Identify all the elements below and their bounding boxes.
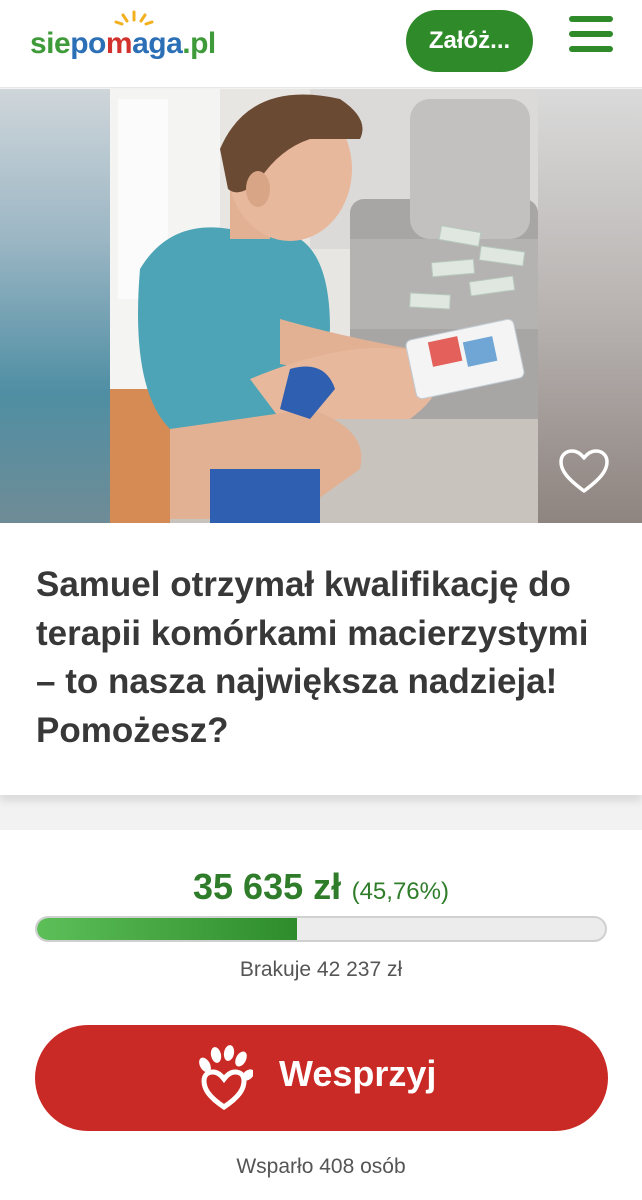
logo-text-sie: sie [30,27,71,60]
missing-amount: Brakuje 42 237 zł [239,958,403,981]
support-button[interactable]: Wesprzyj [35,1025,608,1131]
campaign-title: Samuel otrzymał kwalifikację do terapii … [36,565,589,750]
amount-row: 35 635 zł (45,76%) [0,866,642,908]
hamburger-menu-icon[interactable] [566,16,616,60]
logo-text-m: m [105,27,133,60]
campaign-title-card: Samuel otrzymał kwalifikację do terapii … [0,523,642,795]
support-button-label: Wesprzyj [279,1053,437,1094]
campaign-photo[interactable] [110,89,538,523]
raised-percent: (45,76%) [351,878,449,905]
logo-text-aga: aga [132,27,183,60]
logo-sun-icon [114,10,154,26]
raised-amount: 35 635 zł [193,866,342,907]
heart-outline-icon[interactable] [556,448,612,498]
campaign-photo-area[interactable] [0,89,642,523]
menu-bar [569,16,613,22]
heart-shape [559,448,609,493]
progress-bar-fill [37,918,297,940]
progress-bar [35,916,607,942]
donation-panel: 35 635 zł (45,76%) Brakuje 42 237 zł Wes… [0,830,642,1200]
photo-blur-left [0,89,110,523]
logo-text-po: po [70,27,106,60]
helping-hands-heart-icon [199,1045,253,1111]
site-header: siepomaga.pl Załóż... [0,0,642,88]
menu-bar [569,31,613,37]
create-fundraiser-button[interactable]: Załóż... [406,10,533,72]
siepomaga-logo[interactable]: siepomaga.pl [30,10,216,66]
logo-text-pl: .pl [182,27,216,60]
page: siepomaga.pl Załóż... Samuel otrzymał kw… [0,0,642,1200]
menu-bar [569,46,613,52]
supporters-count: Wsparło 408 osób [236,1155,406,1178]
